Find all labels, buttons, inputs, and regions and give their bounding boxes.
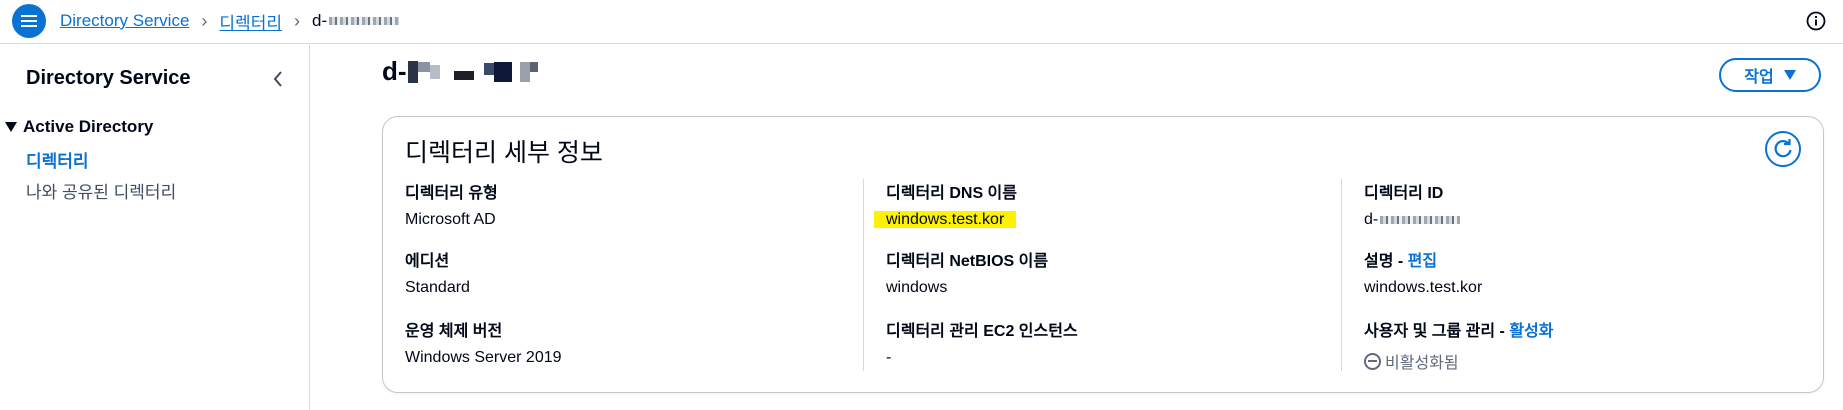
value-netbios-name: windows [886,279,948,296]
disabled-status-icon [1364,352,1381,370]
caret-down-icon [5,122,17,132]
breadcrumb-current-directory: d- [311,11,400,31]
directory-details-card: 디렉터리 세부 정보 디렉터리 유형 Microsoft AD 에디션 Stan… [382,116,1824,393]
label-id-bold: ID [1427,185,1444,202]
field-directory-id: 디렉터리 ID d- [1364,179,1461,229]
redacted-id [329,17,400,25]
refresh-icon[interactable] [1765,131,1801,167]
sidebar-section-label: Active Directory [23,117,154,136]
value-dns-name: windows.test.kor [874,211,1017,229]
label-dns-post: 이름 [983,185,1017,202]
chevron-right-icon: › [201,10,208,31]
breadcrumb-directories[interactable]: 디렉터리 [219,9,282,34]
breadcrumb-current-prefix: d- [311,11,328,30]
details-column-2: 디렉터리 DNS 이름 windows.test.kor 디렉터리 NetBIO… [863,179,1323,371]
breadcrumb-directory-service[interactable]: Directory Service [60,11,189,31]
value-directory-type: Microsoft AD [405,211,496,228]
label-directory-type: 디렉터리 유형 [405,185,498,202]
value-ec2-instance: - [886,349,892,366]
field-ec2-instance: 디렉터리 관리 EC2 인스턴스 - [886,317,1078,367]
label-os-version: 운영 체제 버전 [405,323,503,340]
enable-user-management-link[interactable]: 활성화 [1509,323,1553,340]
redacted-id [1380,216,1461,224]
label-dns-name: 디렉터리 DNS 이름 [886,179,1017,203]
label-dns-bold: DNS [949,185,984,202]
card-title: 디렉터리 세부 정보 [405,139,603,167]
field-edition: 에디션 Standard [405,247,470,297]
details-column-3: 디렉터리 ID d- 설명 - 편집 windows.test.kor 사용자 … [1341,179,1801,373]
label-ec2-post: 인스턴스 [1014,323,1078,340]
label-description: 설명 - 편집 [1364,247,1482,271]
label-edition: 에디션 [405,253,450,270]
side-navigation: Directory Service Active Directory 디렉터리 … [0,45,310,410]
label-ec2-pre: 디렉터리 관리 [886,323,984,340]
chevron-left-icon[interactable] [268,67,288,91]
label-netbios-post: 이름 [1014,253,1049,270]
label-netbios-name: 디렉터리 NetBIOS 이름 [886,247,1048,271]
menu-icon[interactable] [12,4,46,38]
info-icon[interactable] [1803,8,1829,34]
label-ec2-bold: EC2 [983,323,1015,340]
value-edition: Standard [405,279,470,296]
label-dns-pre: 디렉터리 [886,185,950,202]
value-description: windows.test.kor [1364,279,1483,296]
field-user-group-management: 사용자 및 그룹 관리 - 활성화 비활성화됨 [1364,317,1554,373]
sidebar-item-directories[interactable]: 디렉터리 [26,147,89,172]
sidebar-item-shared-directories[interactable]: 나와 공유된 디렉터리 [26,178,176,203]
field-os-version: 운영 체제 버전 Windows Server 2019 [405,317,562,367]
field-dns-name: 디렉터리 DNS 이름 windows.test.kor [874,179,1017,229]
page-title: d- [382,56,538,87]
label-description-text: 설명 - [1364,253,1408,270]
sidebar-title[interactable]: Directory Service [26,67,191,90]
edit-description-link[interactable]: 편집 [1408,253,1437,270]
field-description: 설명 - 편집 windows.test.kor [1364,247,1482,297]
caret-down-icon [1783,70,1796,80]
value-os-version: Windows Server 2019 [405,349,562,366]
top-navigation-bar: Directory Service › 디렉터리 › d- [0,0,1843,44]
label-usermgmt-text: 사용자 및 그룹 관리 - [1364,323,1510,340]
label-netbios-pre: 디렉터리 [886,253,950,270]
page-title-prefix: d- [382,56,407,86]
directory-id-prefix: d- [1364,211,1379,228]
value-directory-id: d- [1364,211,1461,229]
field-netbios-name: 디렉터리 NetBIOS 이름 windows [886,247,1048,297]
redacted-id [407,60,538,83]
chevron-right-icon: › [293,10,300,31]
actions-dropdown-button[interactable]: 작업 [1719,58,1821,92]
label-netbios-bold: NetBIOS [949,253,1015,270]
field-directory-type: 디렉터리 유형 Microsoft AD [405,179,498,229]
highlighted-dns-value: windows.test.kor [874,211,1017,228]
sidebar-section-active-directory[interactable]: Active Directory [5,117,153,137]
label-id-pre: 디렉터리 [1364,185,1428,202]
actions-label: 작업 [1744,69,1774,86]
label-user-group-management: 사용자 및 그룹 관리 - 활성화 [1364,317,1554,341]
label-directory-id: 디렉터리 ID [1364,179,1460,203]
user-management-status: 비활성화됨 [1364,349,1554,373]
user-management-status-text: 비활성화됨 [1385,355,1459,372]
label-ec2-instance: 디렉터리 관리 EC2 인스턴스 [886,317,1078,341]
breadcrumb: Directory Service › 디렉터리 › d- [60,9,400,34]
